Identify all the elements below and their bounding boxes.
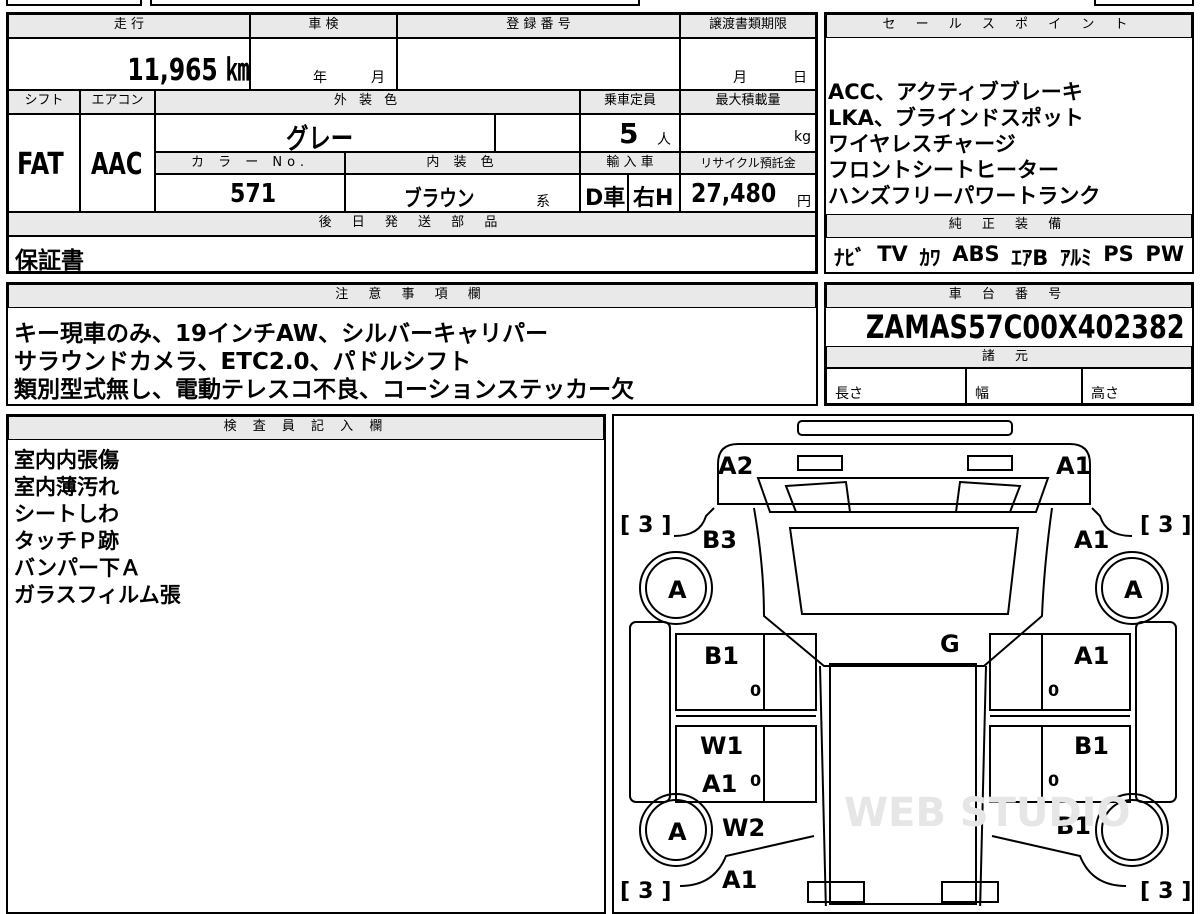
mark-door-rr: B1	[1074, 732, 1109, 760]
import-dealer: D車	[585, 186, 626, 211]
tyre-depth-rr: [3]	[1140, 879, 1191, 904]
import-steering: 右H	[633, 186, 674, 211]
mark-front-right: A1	[1056, 452, 1091, 480]
exterior-color-header: 外 装 色	[155, 90, 580, 114]
inspector-line: シートしわ	[14, 502, 119, 526]
equipment-item: ｱﾙﾐ	[1060, 246, 1092, 270]
exterior-color-value: グレー	[286, 122, 354, 155]
car-diagram: A2 A1 B3 A1 A A G B1 A1 W1 A1 B1 A W2 B1…	[620, 420, 1191, 906]
recycle-fee-unit: 円	[797, 194, 811, 210]
mark-fender-right: A1	[1074, 526, 1109, 554]
aircon-header: エアコン	[80, 90, 155, 114]
mark-rear-bottom: A1	[722, 866, 757, 894]
interior-color-header: 内 装 色	[345, 152, 580, 174]
chassis-header: 車 台 番 号	[826, 284, 1192, 308]
watermark: WEB STUDIO	[844, 790, 1131, 836]
mark-fender-left: B3	[702, 526, 737, 554]
mark-door-rl-2: A1	[702, 770, 737, 798]
inspection-year-label: 年	[313, 70, 327, 86]
inspector-line: バンパー下Ａ	[14, 556, 142, 580]
inspector-line: 室内内張傷	[14, 448, 119, 472]
zero-mark: 0	[750, 681, 761, 700]
later-parts-value: 保証書	[15, 248, 84, 274]
spec-height-label: 高さ	[1091, 386, 1119, 402]
car-diagram-panel: A2 A1 B3 A1 A A G B1 A1 W1 A1 B1 A W2 B1…	[612, 414, 1194, 914]
sales-points-panel: セ ー ル ス ポ イ ン ト ACC、アクティブブレーキ LKA、ブラインドス…	[824, 12, 1194, 274]
notes-panel: 注 意 事 項 欄 キー現車のみ、19インチAW、シルバーキャリパー サラウンド…	[6, 282, 818, 406]
chassis-number: ZAMAS57C00X402382	[826, 308, 1192, 346]
capacity-header: 乗車定員	[580, 90, 680, 114]
equipment-item: ｶﾜ	[919, 246, 941, 270]
notes-line: 類別型式無し、電動テレスコ不良、コーションステッカー欠	[14, 377, 635, 403]
shift-header: シフト	[8, 90, 80, 114]
mark-door-fl: B1	[704, 642, 739, 670]
equipment-item: ｴｱB	[1011, 246, 1049, 270]
color-no-value: 571	[230, 179, 277, 209]
later-parts-header: 後 日 発 送 部 品	[8, 212, 816, 236]
mileage-header: 走 行	[8, 14, 250, 38]
import-header: 輸 入 車	[580, 152, 680, 174]
zero-mark: 0	[1048, 771, 1059, 790]
inspector-line: タッチＰ跡	[14, 529, 119, 553]
tyre-depth-rl: [3]	[620, 879, 671, 904]
inspection-header: 車 検	[250, 14, 397, 38]
inspector-line: 室内薄汚れ	[14, 475, 119, 499]
genuine-equipment-header: 純 正 装 備	[826, 214, 1192, 238]
equipment-item: ABS	[952, 242, 1000, 266]
shift-value: FAT	[17, 147, 64, 182]
transfer-deadline-header: 譲渡書類期限	[680, 14, 816, 38]
registration-header: 登 録 番 号	[397, 14, 680, 38]
inspector-header: 検 査 員 記 入 欄	[8, 416, 604, 440]
chassis-number-text: ZAMAS57C00X402382	[865, 308, 1185, 346]
capacity-value: 5	[619, 117, 639, 150]
capacity-unit: 人	[657, 132, 671, 148]
mark-rear-left: W2	[722, 814, 765, 842]
spec-width-label: 幅	[975, 386, 989, 402]
tyre-depth-fl: [3]	[620, 513, 671, 538]
top-strip	[0, 0, 1200, 8]
equipment-item: PS	[1103, 242, 1134, 266]
mark-wheel-fr: A	[1124, 576, 1143, 604]
mark-door-fr: A1	[1074, 642, 1109, 670]
equipment-item: PW	[1145, 242, 1184, 266]
recycle-fee-value: 27,480	[691, 179, 777, 209]
aircon-value: AAC	[91, 147, 143, 182]
mileage-value: 11,965 ㎞	[127, 53, 249, 88]
max-load-unit: kg	[794, 129, 811, 145]
spec-length-label: 長さ	[835, 386, 863, 402]
mark-wheel-fl: A	[668, 576, 687, 604]
inspection-month-label: 月	[371, 70, 385, 86]
inspector-line: ガラスフィルム張	[14, 583, 181, 607]
tyre-depth-fr: [3]	[1140, 513, 1191, 538]
equipment-item: TV	[877, 242, 908, 266]
sales-points-header: セ ー ル ス ポ イ ン ト	[826, 14, 1192, 38]
sales-point-item: ハンズフリーパワートランク	[828, 184, 1101, 208]
vehicle-info-grid: 走 行 車 検 登 録 番 号 譲渡書類期限 11,965 ㎞ 年 月 月 日 …	[6, 12, 818, 274]
chassis-panel: 車 台 番 号 ZAMAS57C00X402382 諸 元 長さ 幅 高さ	[824, 282, 1194, 406]
zero-mark: 0	[750, 771, 761, 790]
recycle-fee-header: リサイクル預託金	[680, 152, 816, 174]
registration-value	[397, 38, 680, 90]
genuine-equipment-list: ﾅﾋﾞ TV ｶﾜ ABS ｴｱB ｱﾙﾐ PS PW	[834, 242, 1194, 272]
max-load-header: 最大積載量	[680, 90, 816, 114]
notes-header: 注 意 事 項 欄	[8, 284, 816, 308]
zero-mark: 0	[1048, 681, 1059, 700]
equipment-item: ﾅﾋﾞ	[834, 246, 866, 270]
color-no-header: カ ラ ー No.	[155, 152, 345, 174]
transfer-day-label: 日	[793, 70, 807, 86]
mark-wheel-rl: A	[668, 818, 687, 846]
inspector-panel: 検 査 員 記 入 欄 室内内張傷 室内薄汚れ シートしわ タッチＰ跡 バンパー…	[6, 414, 606, 914]
interior-color-suffix: 系	[536, 194, 550, 210]
transfer-month-label: 月	[733, 70, 747, 86]
mark-front-left: A2	[718, 452, 753, 480]
specs-header: 諸 元	[826, 346, 1192, 368]
mark-door-rl-1: W1	[700, 732, 743, 760]
mark-glass: G	[940, 630, 960, 658]
interior-color-value: ブラウン	[404, 187, 475, 212]
